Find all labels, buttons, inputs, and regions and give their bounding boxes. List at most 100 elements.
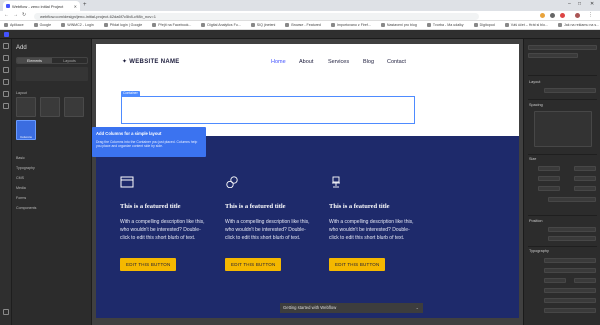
browser-tab[interactable]: Webflow - zeno initial Project ✕: [3, 1, 80, 11]
cms-icon[interactable]: [3, 79, 9, 85]
page-header-section[interactable]: ✦ WEBSITE NAME Home About Services Blog …: [96, 44, 519, 136]
forward-icon[interactable]: →: [13, 12, 18, 18]
add-icon[interactable]: [3, 43, 9, 49]
width-field[interactable]: [538, 166, 560, 171]
menu-icon[interactable]: ⋮: [588, 12, 593, 18]
tile-grid[interactable]: [64, 97, 84, 117]
bookmark[interactable]: WINMC2 - Login: [61, 23, 94, 27]
class-field[interactable]: [528, 53, 578, 58]
float-field[interactable]: [548, 236, 596, 241]
webflow-logo-icon[interactable]: [4, 32, 9, 37]
container-element[interactable]: [121, 96, 415, 124]
nav-contact[interactable]: Contact: [387, 59, 406, 65]
bookmark[interactable]: Importovano z Firef...: [330, 23, 371, 27]
nav-blog[interactable]: Blog: [363, 59, 374, 65]
add-panel: Add Elements Layouts Layout Columns Basi…: [12, 39, 92, 325]
section-components[interactable]: Components: [16, 206, 36, 210]
bookmark[interactable]: Nastaveni pro blog: [380, 23, 417, 27]
bookmark[interactable]: Přidat login | Google: [103, 23, 142, 27]
max-height-field[interactable]: [574, 186, 596, 191]
weight-field[interactable]: [544, 268, 596, 273]
section-layout-heading[interactable]: Layout: [529, 80, 540, 84]
bookmark[interactable]: Digital Analytics Fu...: [201, 23, 241, 27]
font-field[interactable]: [544, 258, 596, 263]
bookmark[interactable]: Google: [33, 23, 51, 27]
tab-layouts[interactable]: Layouts: [52, 58, 87, 63]
max-width-field[interactable]: [538, 186, 560, 191]
pages-icon[interactable]: [3, 67, 9, 73]
new-tab-button[interactable]: +: [83, 2, 87, 8]
bookmark[interactable]: Browse - Featured: [285, 23, 321, 27]
size-field[interactable]: [544, 278, 566, 283]
minimize-icon[interactable]: –: [568, 1, 571, 7]
selector-field[interactable]: [528, 45, 597, 50]
maximize-icon[interactable]: □: [578, 1, 581, 7]
help-icon[interactable]: [3, 309, 9, 315]
section-cms[interactable]: CMS: [16, 176, 24, 180]
height-field[interactable]: [574, 166, 596, 171]
section-layout[interactable]: Layout: [16, 91, 27, 95]
bookmark[interactable]: SIQ jineteni: [250, 23, 275, 27]
getting-started-bar[interactable]: Getting started with Webflow ⌄: [280, 303, 423, 313]
features-section[interactable]: This is a featured title With a compelli…: [96, 136, 519, 318]
feature-button[interactable]: EDIT THIS BUTTON: [120, 258, 177, 271]
facebook-icon: [152, 23, 157, 27]
reload-icon[interactable]: ↻: [22, 12, 26, 18]
close-tab-icon[interactable]: ✕: [74, 4, 77, 9]
tooltip-title: Add Columns for a simple layout: [96, 131, 162, 136]
display-field[interactable]: [544, 88, 596, 93]
section-typography[interactable]: Typography: [16, 166, 35, 170]
section-basic[interactable]: Basic: [16, 156, 25, 160]
tab-elements[interactable]: Elements: [17, 58, 52, 63]
tile-columns[interactable]: Columns: [16, 120, 36, 140]
min-width-field[interactable]: [538, 176, 560, 181]
min-height-field[interactable]: [574, 176, 596, 181]
settings-icon[interactable]: [3, 103, 9, 109]
spacing-box[interactable]: [534, 111, 592, 147]
extension-icon[interactable]: [540, 13, 545, 18]
tile-section[interactable]: [16, 97, 36, 117]
folder-icon: [103, 23, 108, 27]
nav-services[interactable]: Services: [328, 59, 349, 65]
bookmark[interactable]: Jak na reklamu na s...: [557, 23, 599, 27]
navigator-icon[interactable]: [3, 55, 9, 61]
bookmark[interactable]: Váš účet – Hrát si blo...: [504, 23, 548, 27]
style-field[interactable]: [544, 308, 596, 313]
nav-home[interactable]: Home: [271, 59, 286, 65]
feature-card: This is a featured title With a compelli…: [225, 176, 315, 271]
feature-button[interactable]: EDIT THIS BUTTON: [225, 258, 282, 271]
folder-icon: [380, 23, 385, 27]
section-forms[interactable]: Forms: [16, 196, 26, 200]
back-icon[interactable]: ←: [4, 12, 9, 18]
section-position-heading[interactable]: Position: [529, 219, 543, 223]
collapse-icon[interactable]: ⌄: [415, 303, 419, 313]
site-logo[interactable]: ✦ WEBSITE NAME: [122, 58, 180, 65]
bookmark[interactable]: Digitopod: [473, 23, 495, 27]
section-size-heading[interactable]: Size: [529, 157, 536, 161]
bookmark[interactable]: Tvorba - Ma udalky: [426, 23, 464, 27]
position-field[interactable]: [548, 227, 596, 232]
extension-icon[interactable]: [560, 13, 565, 18]
tile-container[interactable]: [40, 97, 60, 117]
close-window-icon[interactable]: ✕: [590, 1, 594, 7]
nav-about[interactable]: About: [299, 59, 313, 65]
bookmark[interactable]: Přejít na Facebook...: [152, 23, 191, 27]
section-typography-heading[interactable]: Typography: [529, 249, 549, 253]
overflow-field[interactable]: [548, 197, 596, 202]
currency-exchange-icon: [226, 176, 238, 189]
extension-icon[interactable]: [550, 13, 555, 18]
assets-icon[interactable]: [3, 91, 9, 97]
bookmark[interactable]: Aplikace: [4, 23, 24, 27]
align-field[interactable]: [544, 298, 596, 303]
feature-card: This is a featured title With a compelli…: [329, 176, 419, 271]
color-field[interactable]: [544, 288, 596, 293]
section-spacing-heading[interactable]: Spacing: [529, 103, 543, 107]
feature-description: With a compelling description like this,…: [329, 219, 414, 241]
url-field[interactable]: webflow.com/design/jeno-initial-project-…: [34, 12, 479, 20]
profile-avatar[interactable]: [575, 13, 580, 18]
feature-button[interactable]: EDIT THIS BUTTON: [329, 258, 386, 271]
browser-tab-bar: Webflow - zeno initial Project ✕ + – □ ✕: [0, 0, 600, 11]
line-height-field[interactable]: [574, 278, 596, 283]
section-media[interactable]: Media: [16, 186, 26, 190]
folder-icon: [61, 23, 66, 27]
